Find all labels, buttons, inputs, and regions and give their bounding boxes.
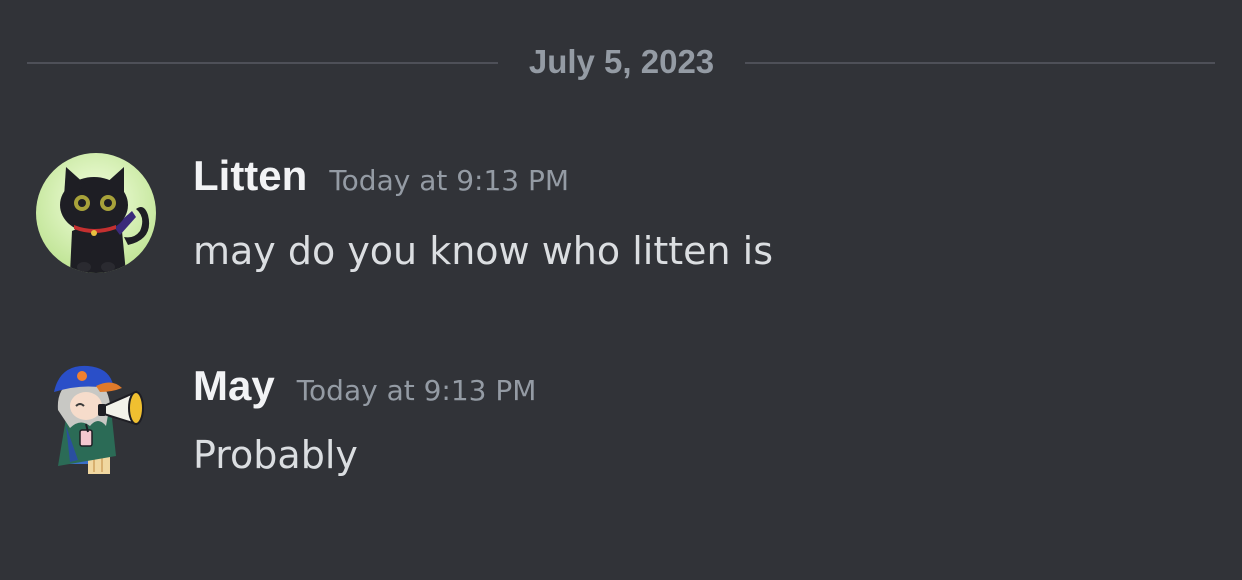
message-may[interactable]: May Today at 9:13 PM Probably bbox=[0, 356, 1242, 496]
message-content: may do you know who litten is bbox=[193, 229, 774, 273]
message-header: Litten Today at 9:13 PM bbox=[193, 152, 569, 200]
user-avatar[interactable] bbox=[36, 153, 156, 273]
message-timestamp[interactable]: Today at 9:13 PM bbox=[297, 374, 537, 407]
message-content: Probably bbox=[193, 433, 358, 477]
username[interactable]: May bbox=[193, 362, 275, 409]
date-divider-line-right bbox=[745, 62, 1215, 64]
message-header: May Today at 9:13 PM bbox=[193, 362, 536, 410]
message-litten[interactable]: Litten Today at 9:13 PM may do you know w… bbox=[0, 150, 1242, 290]
user-avatar[interactable] bbox=[36, 356, 156, 476]
date-divider-label: July 5, 2023 bbox=[528, 43, 715, 80]
black-cat-avatar-icon bbox=[36, 153, 156, 273]
message-timestamp[interactable]: Today at 9:13 PM bbox=[329, 164, 569, 197]
date-divider-line-left bbox=[27, 62, 498, 64]
username[interactable]: Litten bbox=[193, 152, 307, 199]
megaphone-character-avatar-icon bbox=[54, 365, 144, 474]
